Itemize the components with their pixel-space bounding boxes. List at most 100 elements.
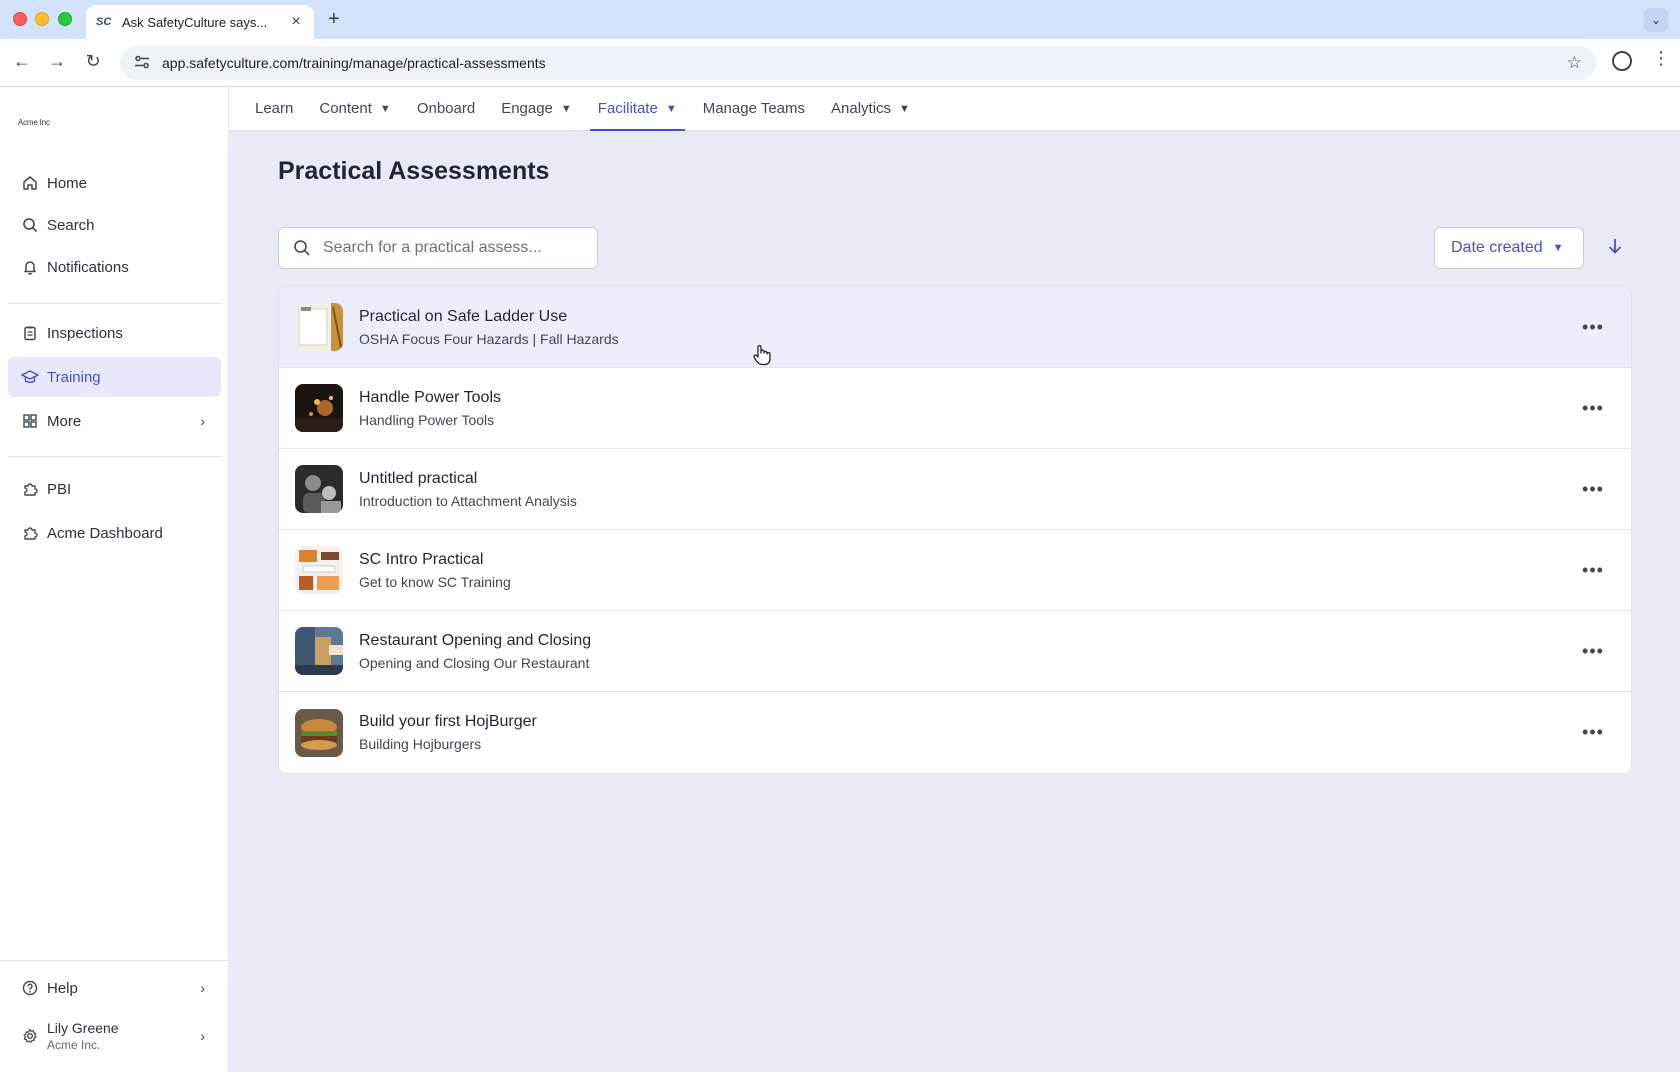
tab-label: Manage Teams xyxy=(702,100,806,117)
sidebar-item-label: Search xyxy=(47,216,95,234)
sidebar-item-label: More xyxy=(47,412,82,430)
tab-manage-teams[interactable]: Manage Teams xyxy=(695,87,813,130)
tab-engage[interactable]: Engage ▼ xyxy=(493,87,580,130)
more-options-icon[interactable]: ••• xyxy=(1581,396,1605,420)
tab-label: Onboard xyxy=(416,100,476,117)
sort-dropdown[interactable]: Date created ▼ xyxy=(1434,227,1584,269)
sidebar: Acme Inc Home Search Notifications Inspe… xyxy=(0,87,229,1072)
list-item[interactable]: Restaurant Opening and Closing Opening a… xyxy=(279,611,1631,692)
sidebar-item-label: PBI xyxy=(47,480,72,498)
assessment-thumbnail xyxy=(295,546,343,594)
brand-logo[interactable]: Acme Inc xyxy=(18,118,50,127)
top-navigation: Learn Content ▼ Onboard Engage ▼ Facilit… xyxy=(229,87,1680,131)
assessment-title: Restaurant Opening and Closing xyxy=(359,631,592,649)
chevron-down-icon: ▼ xyxy=(1552,242,1564,254)
sidebar-item-home[interactable]: Home xyxy=(8,163,221,203)
chevron-down-icon: ▼ xyxy=(665,102,677,115)
search-icon xyxy=(293,239,311,257)
assessment-course: Handling Power Tools xyxy=(359,411,495,428)
sidebar-item-pbi[interactable]: PBI xyxy=(8,469,221,509)
assessment-course: OSHA Focus Four Hazards | Fall Hazards xyxy=(359,330,619,347)
window-minimize-button[interactable] xyxy=(35,12,49,26)
safetyculture-favicon-icon: SC xyxy=(96,16,112,28)
list-item[interactable]: SC Intro Practical Get to know SC Traini… xyxy=(279,530,1631,611)
chevron-right-icon: › xyxy=(200,1028,205,1044)
sidebar-item-label: Inspections xyxy=(47,324,123,342)
list-item[interactable]: Practical on Safe Ladder Use OSHA Focus … xyxy=(279,287,1631,368)
chevron-down-icon: ▼ xyxy=(560,102,572,115)
tab-learn[interactable]: Learn xyxy=(247,87,301,130)
sidebar-item-label: Home xyxy=(47,174,88,192)
search-icon xyxy=(20,215,40,235)
sidebar-item-label: Training xyxy=(47,368,101,386)
assessment-thumbnail xyxy=(295,465,343,513)
assessment-list: Practical on Safe Ladder Use OSHA Focus … xyxy=(278,286,1632,774)
site-settings-icon[interactable] xyxy=(134,55,152,72)
sidebar-item-search[interactable]: Search xyxy=(8,205,221,245)
assessment-title: Untitled practical xyxy=(359,469,478,487)
tab-facilitate[interactable]: Facilitate ▼ xyxy=(589,87,685,131)
chevron-down-icon: ▼ xyxy=(379,102,391,115)
close-tab-icon[interactable]: × xyxy=(288,13,304,31)
tab-label: Facilitate xyxy=(597,100,658,117)
list-item[interactable]: Handle Power Tools Handling Power Tools … xyxy=(279,368,1631,449)
clipboard-icon xyxy=(20,323,40,343)
more-options-icon[interactable]: ••• xyxy=(1581,558,1605,582)
tab-title: Ask SafetyCulture says... xyxy=(122,14,268,30)
tab-label: Content xyxy=(319,100,372,117)
sidebar-item-label: Notifications xyxy=(47,258,129,276)
tab-analytics[interactable]: Analytics ▼ xyxy=(823,87,918,130)
menu-icon[interactable]: ⋮ xyxy=(1652,49,1670,67)
user-name: Lily Greene xyxy=(47,1020,119,1036)
help-icon xyxy=(20,978,40,998)
browser-tab[interactable]: SC Ask SafetyCulture says... × xyxy=(86,5,314,39)
back-icon[interactable]: ← xyxy=(10,51,34,72)
search-field[interactable] xyxy=(278,227,598,269)
browser-toolbar: ← → ↻ app.safetyculture.com/training/man… xyxy=(0,39,1680,87)
sidebar-item-help[interactable]: Help › xyxy=(8,968,221,1008)
sidebar-item-notifications[interactable]: Notifications xyxy=(8,247,221,287)
puzzle-icon xyxy=(20,479,40,499)
reload-icon[interactable]: ↻ xyxy=(81,51,105,72)
chevron-right-icon: › xyxy=(200,413,205,429)
sidebar-item-label: Acme Dashboard xyxy=(47,524,163,542)
assessment-title: Handle Power Tools xyxy=(359,388,502,406)
tab-search-button[interactable]: ⌄ xyxy=(1644,8,1668,32)
window-zoom-button[interactable] xyxy=(58,12,72,26)
sidebar-item-more[interactable]: More › xyxy=(8,401,221,441)
more-options-icon[interactable]: ••• xyxy=(1581,477,1605,501)
assessment-course: Introduction to Attachment Analysis xyxy=(359,492,577,509)
new-tab-button[interactable]: + xyxy=(328,8,340,31)
search-input[interactable] xyxy=(323,239,583,257)
assessment-thumbnail xyxy=(295,303,343,351)
tab-content[interactable]: Content ▼ xyxy=(311,87,398,130)
sidebar-item-inspections[interactable]: Inspections xyxy=(8,313,221,353)
sort-value: Date created xyxy=(1451,239,1543,256)
address-bar[interactable]: app.safetyculture.com/training/manage/pr… xyxy=(120,46,1596,80)
assessment-title: SC Intro Practical xyxy=(359,550,484,568)
arrow-down-icon xyxy=(1607,237,1623,260)
window-close-button[interactable] xyxy=(13,12,27,26)
list-item[interactable]: Build your first HojBurger Building Hojb… xyxy=(279,692,1631,773)
forward-icon[interactable]: → xyxy=(45,51,69,72)
more-options-icon[interactable]: ••• xyxy=(1581,315,1605,339)
bookmark-star-icon[interactable]: ☆ xyxy=(1567,53,1582,73)
more-options-icon[interactable]: ••• xyxy=(1581,720,1605,744)
profile-icon[interactable] xyxy=(1612,51,1632,71)
assessment-thumbnail xyxy=(295,708,343,757)
sidebar-divider xyxy=(8,456,221,457)
hand-cursor-icon xyxy=(752,344,772,366)
assessment-title: Build your first HojBurger xyxy=(359,713,537,730)
gear-icon xyxy=(20,1026,40,1046)
sidebar-item-acme-dashboard[interactable]: Acme Dashboard xyxy=(8,513,221,553)
sidebar-divider xyxy=(0,960,229,961)
tab-onboard[interactable]: Onboard xyxy=(409,87,483,130)
assessment-thumbnail xyxy=(295,627,343,675)
assessment-course: Get to know SC Training xyxy=(359,573,511,590)
more-options-icon[interactable]: ••• xyxy=(1581,639,1605,663)
sidebar-divider xyxy=(8,303,221,304)
list-item[interactable]: Untitled practical Introduction to Attac… xyxy=(279,449,1631,530)
sidebar-item-training[interactable]: Training xyxy=(8,357,221,397)
sort-direction-button[interactable] xyxy=(1602,235,1628,261)
user-profile-menu[interactable]: Lily Greene Acme Inc. › xyxy=(8,1012,221,1060)
